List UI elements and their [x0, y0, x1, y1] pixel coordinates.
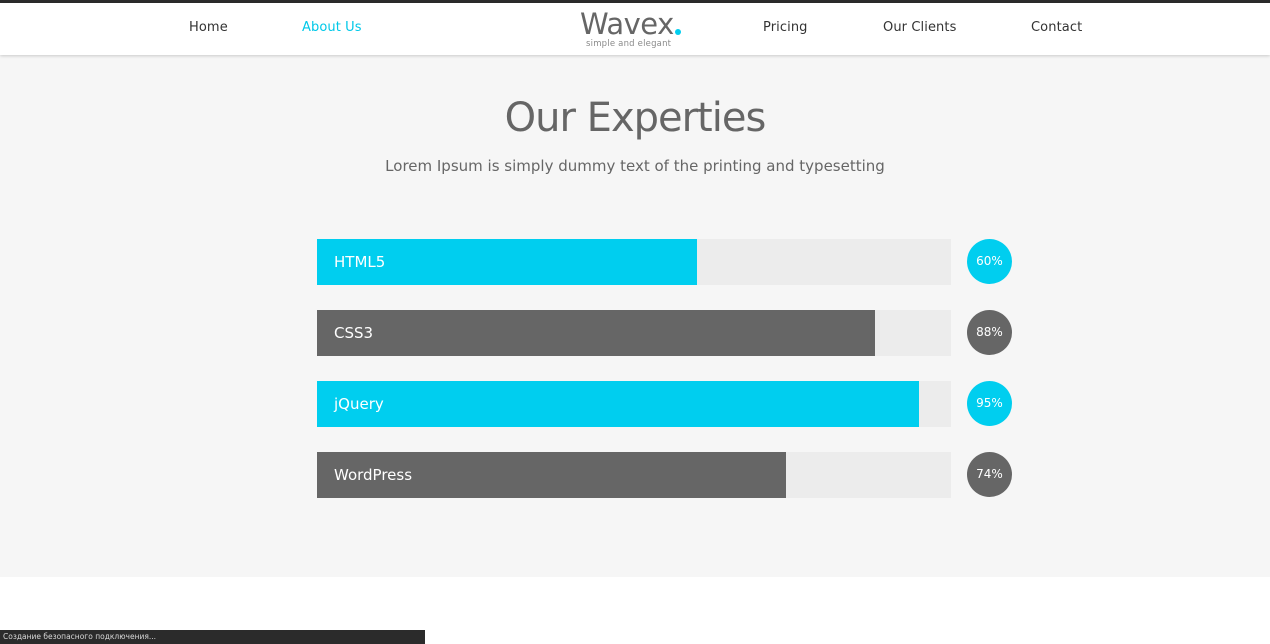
nav-link-contact[interactable]: Contact [1031, 20, 1082, 35]
skill-fill [317, 310, 875, 356]
section-title: Our Experties [504, 95, 767, 141]
skill-track: WordPress [317, 452, 951, 498]
experties-section: Our Experties Lorem Ipsum is simply dumm… [0, 55, 1270, 577]
skill-bar-css3: CSS3 88% [317, 310, 1012, 356]
skill-bar-jquery: jQuery 95% [317, 381, 1012, 427]
logo-accent-dot [675, 29, 681, 35]
skill-bar-html5: HTML5 60% [317, 239, 1012, 285]
navbar: Home About Us Wavex simple and elegant P… [0, 3, 1270, 55]
skill-label: CSS3 [334, 324, 374, 342]
nav-link-home[interactable]: Home [189, 20, 228, 35]
skill-track: HTML5 [317, 239, 951, 285]
skill-percent-badge: 95% [967, 381, 1012, 426]
skill-label: WordPress [334, 466, 413, 484]
skill-label: jQuery [334, 395, 384, 413]
skill-fill [317, 381, 919, 427]
logo[interactable]: Wavex simple and elegant [580, 6, 684, 52]
nav-link-pricing[interactable]: Pricing [763, 20, 808, 35]
logo-tagline: simple and elegant [586, 39, 672, 49]
logo-wordmark: Wavex [580, 7, 674, 41]
skill-percent-badge: 60% [967, 239, 1012, 284]
skill-track: jQuery [317, 381, 951, 427]
section-subtitle: Lorem Ipsum is simply dummy text of the … [385, 157, 885, 175]
skill-track: CSS3 [317, 310, 951, 356]
nav-link-about-us[interactable]: About Us [302, 20, 362, 35]
skill-label: HTML5 [334, 253, 386, 271]
browser-status-bar: Создание безопасного подключения... [0, 630, 425, 644]
skill-percent-badge: 74% [967, 452, 1012, 497]
nav-link-our-clients[interactable]: Our Clients [883, 20, 956, 35]
skill-bar-wordpress: WordPress 74% [317, 452, 1012, 498]
skill-percent-badge: 88% [967, 310, 1012, 355]
